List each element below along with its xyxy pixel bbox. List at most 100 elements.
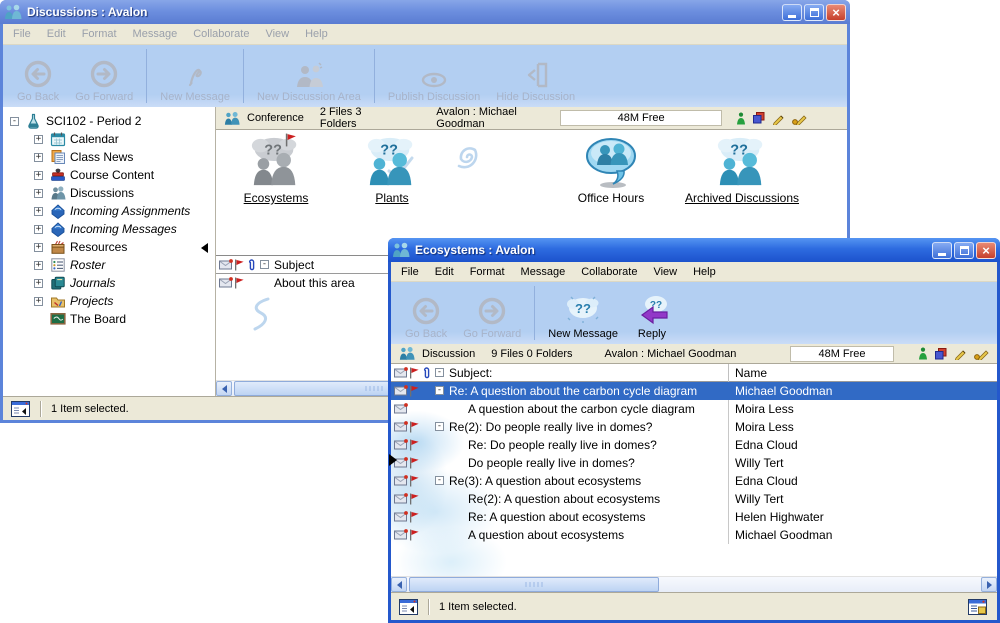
menu-format[interactable]: Format	[74, 25, 125, 43]
conference-icon-office-hours[interactable]: Office Hours	[546, 135, 676, 205]
scroll-right-button[interactable]	[981, 577, 997, 592]
toolbar-hide-discussion-button[interactable]: Hide Discussion	[488, 49, 583, 103]
expand-box-icon[interactable]: +	[34, 261, 43, 270]
menu-format[interactable]: Format	[462, 263, 513, 281]
message-list-header[interactable]: - Subject: Name	[391, 364, 997, 382]
expand-box-icon[interactable]: +	[34, 135, 43, 144]
titlebar-ecosystems[interactable]: Ecosystems : Avalon ×	[388, 238, 1000, 262]
tree-item-resources[interactable]: +Resources	[3, 238, 204, 256]
expand-box-icon[interactable]: +	[34, 207, 43, 216]
tree-item-calendar[interactable]: +Calendar	[3, 130, 204, 148]
menu-help[interactable]: Help	[685, 263, 724, 281]
name-cell: Edna Cloud	[728, 472, 997, 490]
tree-item-journals[interactable]: +Journals	[3, 274, 204, 292]
toolbar-go-forward-button[interactable]: Go Forward	[455, 286, 529, 340]
message-row[interactable]: -Re(2): Do people really live in domes?M…	[391, 418, 997, 436]
toolbar-go-back-button[interactable]: Go Back	[9, 49, 67, 103]
tree-item-the-board[interactable]: The Board	[3, 310, 204, 328]
minimize-button[interactable]	[782, 4, 802, 21]
toolbar: Go BackGo ForwardNew MessageNew Discussi…	[3, 45, 847, 107]
tree-item-class-news[interactable]: +Class News	[3, 148, 204, 166]
subject-cell: -Re(2): Do people really live in domes?	[391, 418, 728, 436]
menu-message[interactable]: Message	[513, 263, 574, 281]
scrollbar-thumb[interactable]	[409, 577, 659, 592]
tree-item-course-content[interactable]: +Course Content	[3, 166, 204, 184]
menu-collaborate[interactable]: Collaborate	[573, 263, 645, 281]
moderate-icon[interactable]	[974, 347, 989, 360]
message-row[interactable]: A question about ecosystemsMichael Goodm…	[391, 526, 997, 544]
expand-box-icon[interactable]: +	[34, 279, 43, 288]
expand-box-icon[interactable]: +	[34, 225, 43, 234]
expand-box-icon[interactable]: +	[34, 171, 43, 180]
tree-item-roster[interactable]: +Roster	[3, 256, 204, 274]
tree-item-projects[interactable]: +Projects	[3, 292, 204, 310]
collapse-thread-box-icon[interactable]: -	[435, 422, 444, 431]
maximize-button[interactable]	[804, 4, 824, 21]
toggle-panel-icon[interactable]	[11, 401, 30, 417]
collapse-box-icon[interactable]: -	[10, 117, 19, 126]
horizontal-scrollbar[interactable]	[391, 576, 997, 592]
collapse-all-box-icon[interactable]: -	[435, 368, 444, 377]
conference-icon-plants[interactable]: ??Plants	[340, 135, 444, 205]
menu-help[interactable]: Help	[297, 25, 336, 43]
tree-item-sci102-period-2[interactable]: -SCI102 - Period 2	[3, 112, 204, 130]
online-user-icon[interactable]	[918, 347, 928, 360]
toolbar-new-message-button[interactable]: ??New Message	[540, 286, 626, 340]
expand-box-icon[interactable]: +	[34, 297, 43, 306]
message-row[interactable]: Re: Do people really live in domes?Edna …	[391, 436, 997, 454]
close-button[interactable]: ×	[976, 242, 996, 259]
eye-icon	[420, 53, 448, 89]
tree-item-incoming-assignments[interactable]: +Incoming Assignments	[3, 202, 204, 220]
scroll-left-button[interactable]	[391, 577, 407, 592]
collapse-thread-box-icon[interactable]: -	[435, 476, 444, 485]
message-row[interactable]: A question about the carbon cycle diagra…	[391, 400, 997, 418]
menu-edit[interactable]: Edit	[39, 25, 74, 43]
message-row[interactable]: Re: A question about ecosystemsHelen Hig…	[391, 508, 997, 526]
expand-box-icon[interactable]: +	[34, 153, 43, 162]
minimize-button[interactable]	[932, 242, 952, 259]
collapse-pane-arrow-icon[interactable]	[201, 243, 208, 253]
name-column-header[interactable]: Name	[728, 364, 997, 382]
toolbar-go-forward-button[interactable]: Go Forward	[67, 49, 141, 103]
close-button[interactable]: ×	[826, 4, 846, 21]
menu-collaborate[interactable]: Collaborate	[185, 25, 257, 43]
permissions-icon[interactable]	[935, 348, 947, 360]
toolbar-publish-discussion-button[interactable]: Publish Discussion	[380, 49, 488, 103]
toolbar-new-discussion-area-button[interactable]: New Discussion Area	[249, 49, 369, 103]
toolbar-go-back-button[interactable]: Go Back	[397, 286, 455, 340]
scrollbar-track[interactable]	[407, 577, 981, 592]
message-row[interactable]: -Re(3): A question about ecosystemsEdna …	[391, 472, 997, 490]
tree-item-incoming-messages[interactable]: +Incoming Messages	[3, 220, 204, 238]
expand-box-icon[interactable]: +	[34, 243, 43, 252]
menu-file[interactable]: File	[393, 263, 427, 281]
message-row[interactable]: Re(2): A question about ecosystemsWilly …	[391, 490, 997, 508]
maximize-button[interactable]	[954, 242, 974, 259]
menu-edit[interactable]: Edit	[427, 263, 462, 281]
tree-item-discussions[interactable]: +Discussions	[3, 184, 204, 202]
permissions-icon[interactable]	[753, 112, 765, 124]
toolbar-reply-button[interactable]: ??Reply	[626, 286, 678, 340]
message-row[interactable]: -Re: A question about the carbon cycle d…	[391, 382, 997, 400]
collapse-all-box-icon[interactable]: -	[260, 260, 269, 269]
toolbar-new-message-button[interactable]: New Message	[152, 49, 238, 103]
menu-message[interactable]: Message	[125, 25, 186, 43]
menu-file[interactable]: File	[5, 25, 39, 43]
menu-view[interactable]: View	[257, 25, 297, 43]
online-user-icon[interactable]	[736, 112, 746, 125]
menu-view[interactable]: View	[645, 263, 685, 281]
titlebar-discussions[interactable]: Discussions : Avalon ×	[0, 0, 850, 24]
pane-splitter[interactable]	[204, 107, 216, 396]
conference-icon-archived-discussions[interactable]: ??Archived Discussions	[662, 135, 822, 205]
message-row[interactable]: Do people really live in domes?Willy Ter…	[391, 454, 997, 472]
conference-icon-ecosystems[interactable]: ??Ecosystems	[224, 135, 328, 205]
expand-box-icon[interactable]: +	[34, 189, 43, 198]
window-layout-icon[interactable]	[968, 599, 987, 615]
moderate-icon[interactable]	[792, 112, 807, 125]
collapse-thread-box-icon[interactable]: -	[435, 386, 444, 395]
scroll-left-button[interactable]	[216, 381, 232, 396]
subject-cell: -Re(3): A question about ecosystems	[391, 472, 728, 490]
edit-icon[interactable]	[954, 347, 967, 360]
toggle-panel-icon[interactable]	[399, 599, 418, 615]
collapse-pane-arrow-icon[interactable]	[389, 454, 397, 466]
edit-icon[interactable]	[772, 112, 785, 125]
